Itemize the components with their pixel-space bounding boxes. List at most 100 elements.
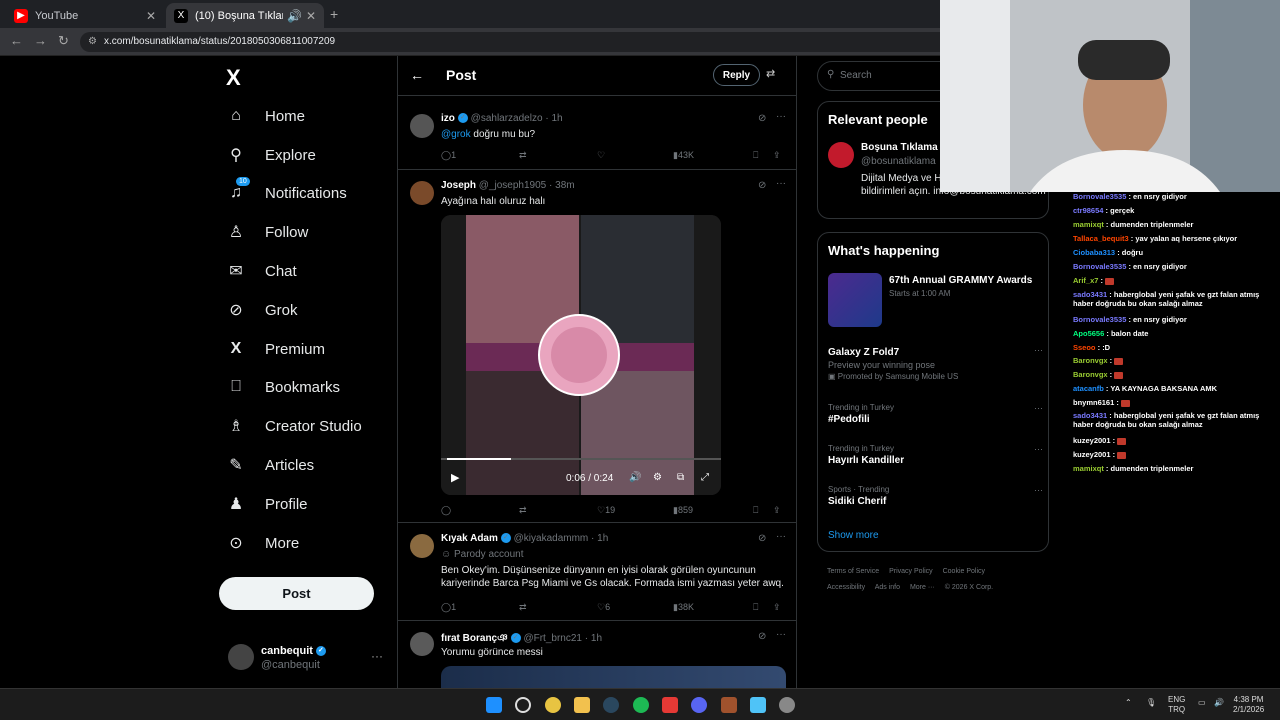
chat-username[interactable]: Ciobaba313 xyxy=(1073,248,1115,257)
back-icon[interactable]: ← xyxy=(10,33,23,48)
event-title[interactable]: 67th Annual GRAMMY Awards xyxy=(889,275,1032,286)
back-arrow-icon[interactable]: ← xyxy=(410,67,424,83)
spotify-icon[interactable] xyxy=(633,697,649,713)
tweet-author[interactable]: Kıyak Adam ✓ @kiyakadammm · 1h xyxy=(441,533,608,544)
like-icon[interactable]: ♡ xyxy=(597,150,605,161)
chrome-icon[interactable] xyxy=(545,697,561,713)
avatar[interactable] xyxy=(410,114,434,138)
chat-username[interactable]: Bornovale3535 xyxy=(1073,192,1126,201)
chat-username[interactable]: kuzey2001 xyxy=(1073,450,1111,459)
grok-icon[interactable]: ⊘ xyxy=(758,113,766,124)
footer-link[interactable]: Terms of Service xyxy=(827,568,879,575)
bookmark-icon[interactable]: ⎕ xyxy=(753,505,758,516)
chat-username[interactable]: Baronvgx xyxy=(1073,370,1108,379)
close-icon[interactable]: ✕ xyxy=(306,9,316,23)
chat-username[interactable]: mamixqt xyxy=(1073,220,1104,229)
chat-username[interactable]: Arif_x7 xyxy=(1073,276,1098,285)
more-dots-icon[interactable]: ··· xyxy=(776,531,786,542)
reload-icon[interactable]: ↻ xyxy=(58,33,69,49)
grok-icon[interactable]: ⊘ xyxy=(758,180,766,191)
tab-youtube[interactable]: ▶ YouTube ✕ xyxy=(6,3,164,28)
chat-username[interactable]: Bornovale3535 xyxy=(1073,315,1126,324)
filter-icon[interactable]: ⇄ xyxy=(766,67,775,80)
reply-icon[interactable]: ◯ xyxy=(441,505,451,516)
reply-tweet[interactable]: Joseph @_joseph1905 · 38m ⊘ ··· Ayağına … xyxy=(398,171,796,523)
post-button[interactable]: Post xyxy=(219,577,374,610)
tab-x[interactable]: X (10) Boşuna Tıklama on X: " 🔊 ✕ xyxy=(166,3,324,28)
sidebar-item-more[interactable]: ⊙ More xyxy=(226,528,299,558)
more-dots-icon[interactable]: ··· xyxy=(776,629,786,640)
chat-username[interactable]: Sseoo xyxy=(1073,343,1096,352)
trend-item[interactable]: Galaxy Z Fold7 Preview your winning pose… xyxy=(828,345,1043,381)
sidebar-item-follow[interactable]: ♙ Follow xyxy=(226,217,309,247)
sidebar-item-grok[interactable]: ⊘ Grok xyxy=(226,295,297,325)
folder-icon[interactable] xyxy=(574,697,590,713)
reply-tweet[interactable]: izo ✓ @sahlarzadelzo · 1h ⊘ ··· @grok doğ… xyxy=(398,104,796,170)
app-icon[interactable] xyxy=(721,697,737,713)
new-tab-icon[interactable]: + xyxy=(330,6,338,22)
views-icon[interactable]: ▮ 38K xyxy=(673,602,694,613)
more-dots-icon[interactable]: ··· xyxy=(776,178,786,189)
chat-username[interactable]: Baronvgx xyxy=(1073,356,1108,365)
media-thumbnail[interactable] xyxy=(441,666,786,688)
discord-icon[interactable] xyxy=(691,697,707,713)
search-icon[interactable] xyxy=(515,697,531,713)
pip-icon[interactable]: ⧉ xyxy=(677,472,684,483)
bookmark-icon[interactable]: ⎕ xyxy=(753,602,758,613)
trend-item[interactable]: Trending in Turkey #Pedofili ··· xyxy=(828,403,1043,425)
site-info-icon[interactable]: ⚙ xyxy=(88,36,97,47)
sidebar-item-premium[interactable]: X Premium xyxy=(226,334,325,364)
close-icon[interactable]: ✕ xyxy=(146,9,156,23)
footer-link[interactable]: Privacy Policy xyxy=(889,568,933,575)
like-icon[interactable]: ♡ 19 xyxy=(597,505,615,516)
chat-username[interactable]: sado3431 xyxy=(1073,290,1107,299)
volume-icon[interactable]: 🔊 xyxy=(629,472,641,483)
chat-username[interactable]: Bornovale3535 xyxy=(1073,262,1126,271)
relevant-name[interactable]: Boşuna Tıklama xyxy=(861,142,938,153)
share-icon[interactable]: ⇪ xyxy=(773,505,781,516)
avatar[interactable] xyxy=(410,632,434,656)
reply-tweet[interactable]: Kıyak Adam ✓ @kiyakadammm · 1h ⊘ ··· ☺ Pa… xyxy=(398,524,796,621)
bookmark-icon[interactable]: ⎕ xyxy=(753,150,758,161)
tweet-author[interactable]: Joseph @_joseph1905 · 38m xyxy=(441,180,575,191)
footer-link[interactable]: More ··· xyxy=(910,584,935,591)
avatar[interactable] xyxy=(410,181,434,205)
share-icon[interactable]: ⇪ xyxy=(773,602,781,613)
retweet-icon[interactable]: ⇄ xyxy=(519,505,527,516)
sidebar-item-explore[interactable]: ⚲ Explore xyxy=(226,140,316,170)
footer-link[interactable]: Accessibility xyxy=(827,584,865,591)
sidebar-item-home[interactable]: ⌂ Home xyxy=(226,101,305,131)
chevron-up-icon[interactable]: ⌃ xyxy=(1125,698,1132,708)
like-icon[interactable]: ♡ 6 xyxy=(597,602,610,613)
reply-tweet[interactable]: fırat Borançঞ ✓ @Frt_brnc21 · 1h ⊘ ··· Yo… xyxy=(398,622,796,688)
speaker-icon[interactable]: 🔊 xyxy=(287,9,302,23)
retweet-icon[interactable]: ⇄ xyxy=(519,602,527,613)
sidebar-item-profile[interactable]: ♟ Profile xyxy=(226,489,308,519)
more-dots-icon[interactable]: ··· xyxy=(1034,444,1043,454)
reply-button[interactable]: Reply xyxy=(713,64,760,86)
grok-icon[interactable]: ⊘ xyxy=(758,533,766,544)
mic-icon[interactable]: 🎙 xyxy=(1146,698,1156,708)
footer-link[interactable]: Ads info xyxy=(875,584,900,591)
avatar[interactable] xyxy=(828,142,854,168)
views-icon[interactable]: ▮ 859 xyxy=(673,505,693,516)
settings-icon[interactable]: ⚙ xyxy=(653,472,662,483)
sidebar-item-creator-studio[interactable]: ♗ Creator Studio xyxy=(226,411,362,441)
sidebar-item-notifications[interactable]: ♫ 10 Notifications xyxy=(226,177,347,208)
more-dots-icon[interactable]: ··· xyxy=(371,649,383,663)
retweet-icon[interactable]: ⇄ xyxy=(519,150,527,161)
reply-icon[interactable]: ◯ 1 xyxy=(441,150,456,161)
chat-username[interactable]: ctr98654 xyxy=(1073,206,1103,215)
chat-username[interactable]: Apo5656 xyxy=(1073,329,1104,338)
views-icon[interactable]: ▮ 43K xyxy=(673,150,694,161)
more-dots-icon[interactable]: ··· xyxy=(1034,345,1043,355)
show-more-link[interactable]: Show more xyxy=(828,530,879,541)
steam-icon[interactable] xyxy=(603,697,619,713)
sidebar-item-bookmarks[interactable]: ⎕ Bookmarks xyxy=(226,372,340,402)
fullscreen-icon[interactable]: ⤢ xyxy=(701,472,709,483)
network-icon[interactable]: ▭ xyxy=(1198,698,1206,708)
chat-username[interactable]: Tallaca_bequit3 xyxy=(1073,234,1129,243)
reply-icon[interactable]: ◯ 1 xyxy=(441,602,456,613)
language-indicator[interactable]: ENG TRQ xyxy=(1168,695,1185,715)
avatar[interactable] xyxy=(410,534,434,558)
